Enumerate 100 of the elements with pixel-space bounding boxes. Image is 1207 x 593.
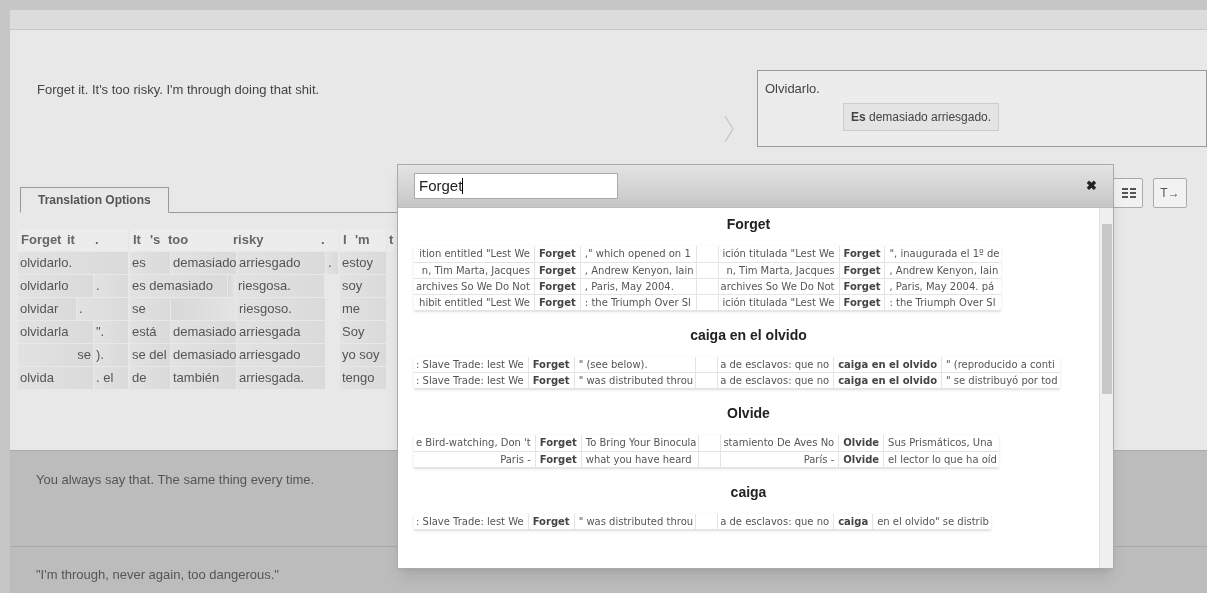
option-cell[interactable]: tengo bbox=[340, 367, 386, 389]
context-text: " (see below). bbox=[574, 356, 696, 373]
tab[interactable]: Translation Options bbox=[20, 187, 169, 213]
context-text: a de esclavos: que no bbox=[717, 372, 834, 389]
context-text: , Paris, May 2004. pá bbox=[884, 278, 1002, 294]
translation-text: Olvidarlo. bbox=[765, 80, 821, 98]
option-cell[interactable]: olvidarlo bbox=[18, 275, 93, 297]
match-term: Forget bbox=[528, 372, 575, 389]
source-token[interactable]: it bbox=[64, 230, 92, 250]
option-cell[interactable]: riesgoso. bbox=[237, 298, 325, 320]
option-cell[interactable]: se bbox=[18, 344, 93, 366]
option-cell[interactable]: . bbox=[326, 252, 338, 274]
translation-phrase[interactable]: Es demasiado arriesgado. bbox=[843, 102, 1000, 131]
option-cell[interactable]: de bbox=[130, 367, 170, 389]
option-cell[interactable]: se bbox=[130, 298, 170, 320]
context-text: n, Tim Marta, Jacques bbox=[414, 262, 535, 278]
option-cell[interactable]: es demasiado bbox=[130, 275, 227, 297]
context-text: " was distributed throu bbox=[574, 513, 696, 530]
option-cell[interactable]: Soy bbox=[340, 321, 386, 343]
source-token[interactable]: It bbox=[130, 230, 147, 250]
context-text: stamiento De Aves No bbox=[720, 435, 839, 451]
context-text: ición titulada "Lest We bbox=[718, 246, 839, 262]
option-cell[interactable]: está bbox=[130, 321, 170, 343]
option-cell[interactable]: . bbox=[77, 298, 128, 320]
source-token[interactable]: 's bbox=[147, 230, 165, 250]
context-text: e Bird-watching, Don 't bbox=[414, 435, 536, 451]
context-text: archives So We Do Not bbox=[414, 278, 535, 294]
option-cell[interactable]: es bbox=[130, 252, 170, 274]
option-cell[interactable]: demasiado bbox=[171, 344, 236, 366]
scrollbar[interactable] bbox=[1099, 208, 1113, 568]
match-term: Olvide bbox=[838, 451, 884, 467]
option-cell[interactable]: arriesgado bbox=[237, 344, 325, 366]
match-term: Forget bbox=[534, 294, 581, 310]
option-cell[interactable]: yo soy bbox=[340, 344, 386, 366]
context-text: el lector lo que ha oíd bbox=[883, 451, 999, 467]
context-text: hibit entitled "Lest We bbox=[414, 294, 535, 310]
option-cell[interactable]: arriesgado bbox=[237, 252, 325, 274]
source-token[interactable]: . bbox=[318, 230, 338, 250]
source-token[interactable]: . bbox=[92, 230, 128, 250]
match-term: Olvide bbox=[838, 435, 884, 451]
option-cell[interactable]: olvidarla bbox=[18, 321, 93, 343]
search-field[interactable]: Forget bbox=[414, 173, 618, 199]
close-button[interactable]: ✖ bbox=[1086, 176, 1097, 196]
option-cell[interactable]: soy bbox=[340, 275, 386, 297]
match-term: caiga en el olvido bbox=[833, 356, 942, 373]
context-text: : Slave Trade: lest We bbox=[414, 356, 529, 373]
context-text: archives So We Do Not bbox=[718, 278, 839, 294]
source-token[interactable]: t bbox=[388, 230, 394, 250]
match-term: Forget bbox=[839, 294, 885, 310]
context-text: ," which opened on 1 bbox=[580, 246, 697, 262]
match-term: Forget bbox=[839, 262, 885, 278]
text-direction-button[interactable]: T→ bbox=[1153, 178, 1187, 208]
context-text: " (reproducido a conti bbox=[941, 356, 1060, 373]
option-cell[interactable]: olvidar bbox=[18, 298, 76, 320]
source-token[interactable]: risky bbox=[230, 230, 318, 250]
context-text: Paris - bbox=[414, 451, 536, 467]
option-cell[interactable]: . bbox=[94, 275, 128, 297]
option-cell[interactable]: ". bbox=[94, 321, 128, 343]
option-cell[interactable]: . el bbox=[94, 367, 128, 389]
context-text: a de esclavos: que no bbox=[717, 356, 834, 373]
sentence: "I'm through, never again, too dangerous." bbox=[36, 566, 280, 584]
scrollbar-thumb[interactable] bbox=[1102, 224, 1112, 394]
option-cell[interactable]: ). bbox=[94, 344, 128, 366]
section-heading: Forget bbox=[725, 215, 772, 234]
match-term: Forget bbox=[535, 435, 582, 451]
source-sentence: Forget it. It's too risky. I'm through doing that shit. bbox=[37, 82, 320, 97]
sentence: You always say that. The same thing every time. bbox=[36, 471, 316, 489]
source-token[interactable]: 'm bbox=[352, 230, 386, 250]
context-text: what you have heard bbox=[581, 451, 699, 467]
option-cell[interactable]: demasiado bbox=[171, 252, 236, 274]
option-cell[interactable]: arriesgada. bbox=[237, 367, 325, 389]
option-cell[interactable]: me bbox=[340, 298, 386, 320]
context-text: ición titulada "Lest We bbox=[718, 294, 839, 310]
option-cell[interactable]: demasiado bbox=[171, 321, 236, 343]
option-cell[interactable]: riesgosa. bbox=[236, 275, 324, 297]
translation-box[interactable]: Olvidarlo. Es demasiado arriesgado. bbox=[757, 70, 1207, 147]
match-term: Forget bbox=[535, 451, 582, 467]
context-text: Sus Prismáticos, Una bbox=[883, 435, 999, 451]
match-term: Forget bbox=[839, 278, 885, 294]
context-text: , Andrew Kenyon, Iain bbox=[580, 262, 697, 278]
source-token[interactable]: too bbox=[165, 230, 230, 250]
list-icon bbox=[1122, 188, 1136, 198]
section-heading: Olvide bbox=[726, 404, 771, 423]
source-token[interactable]: I bbox=[340, 230, 352, 250]
context-text: a de esclavos: que no bbox=[717, 513, 834, 530]
context-text: To Bring Your Binocula bbox=[581, 435, 699, 451]
context-text: , Andrew Kenyon, Iain bbox=[884, 262, 1002, 278]
match-term: Forget bbox=[534, 246, 581, 262]
chevron-icon bbox=[723, 114, 735, 143]
option-cell[interactable]: olvidarlo. bbox=[18, 252, 128, 274]
source-token[interactable]: Forget bbox=[18, 230, 64, 250]
option-cell[interactable]: también bbox=[171, 367, 236, 389]
context-text: París - bbox=[720, 451, 839, 467]
option-cell[interactable]: estoy bbox=[340, 252, 386, 274]
context-text: : the Triumph Over Sl bbox=[884, 294, 1002, 310]
context-text: " se distribuyó por tod bbox=[941, 372, 1060, 389]
option-cell[interactable]: arriesgada bbox=[237, 321, 325, 343]
option-cell[interactable]: olvida bbox=[18, 367, 93, 389]
context-text: " was distributed throu bbox=[574, 372, 696, 389]
option-cell[interactable]: se del bbox=[130, 344, 170, 366]
